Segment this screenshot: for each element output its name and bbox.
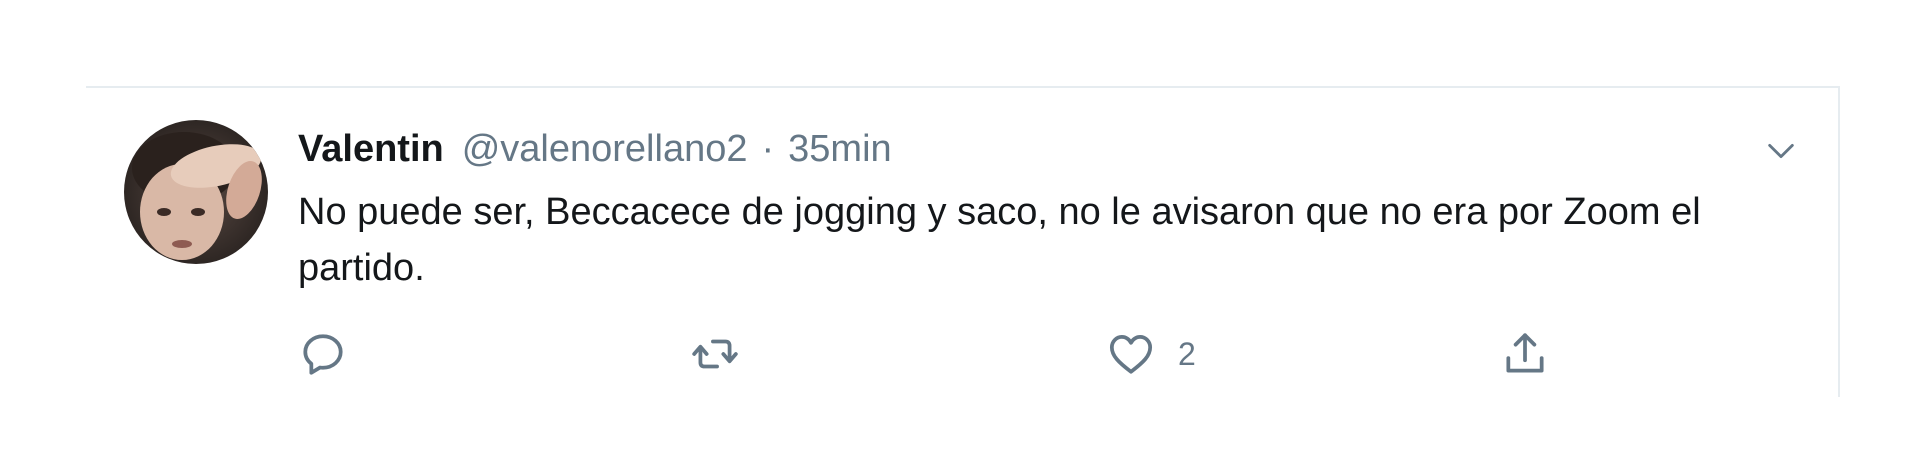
separator-dot: · [761,128,775,170]
timestamp[interactable]: 35min [788,124,892,174]
reply-icon [303,334,343,375]
heart-icon [1109,335,1153,374]
reply-button[interactable] [298,324,370,384]
like-count: 2 [1178,335,1196,372]
chevron-down-icon [1768,143,1794,159]
like-button[interactable]: 2 [1106,324,1196,384]
retweet-icon [692,339,738,369]
retweet-button[interactable] [690,324,762,384]
avatar-photo [124,120,268,264]
tweet-card[interactable]: Valentin @valenorellano2 · 35min No pued… [86,86,1840,397]
tweet-text: No puede ser, Beccacece de jogging y sac… [298,191,1701,289]
avatar[interactable] [124,120,268,264]
user-handle[interactable]: @valenorellano2 [462,124,748,174]
tweet-menu-button[interactable] [1758,128,1804,174]
display-name[interactable]: Valentin [298,124,444,174]
tweet-actions: 2 [298,324,1698,384]
share-icon [1506,333,1544,373]
share-button[interactable] [1500,324,1572,384]
tweet-header: Valentin @valenorellano2 · 35min [298,124,892,174]
